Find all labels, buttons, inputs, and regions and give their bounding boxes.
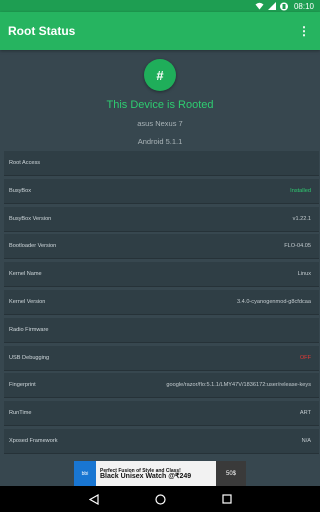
root-status-text: This Device is Rooted bbox=[106, 99, 214, 111]
status-bar: 08:10 bbox=[0, 0, 320, 12]
row-value: N/A bbox=[301, 437, 311, 444]
row-value: OFF bbox=[299, 354, 311, 361]
row-label: BusyBox bbox=[9, 187, 32, 194]
row-label: Root Access bbox=[9, 160, 41, 166]
row-runtime[interactable]: RunTime ART bbox=[4, 401, 319, 427]
ad-offer: Black Unisex Watch @₹249 bbox=[100, 472, 192, 480]
device-model: asus Nexus 7 bbox=[137, 119, 183, 128]
signal-icon bbox=[267, 2, 276, 10]
navigation-bar bbox=[0, 486, 320, 512]
battery-icon bbox=[279, 2, 288, 10]
row-value: Installed bbox=[290, 187, 311, 194]
row-label: Fingerprint bbox=[9, 382, 36, 389]
row-value: Linux bbox=[297, 271, 311, 278]
ad-banner[interactable]: bbi Perfect Fusion of Style and Class! B… bbox=[74, 461, 246, 486]
row-label: Radio Firmware bbox=[9, 326, 49, 333]
app-bar: Root Status ⋮ bbox=[0, 12, 320, 50]
row-label: BusyBox Version bbox=[9, 215, 52, 222]
row-root-access[interactable]: Root Access bbox=[4, 151, 319, 176]
row-bootloader-version[interactable]: Bootloader Version FLO-04.05 bbox=[4, 234, 319, 260]
row-value: FLO-04.05 bbox=[284, 243, 311, 250]
row-label: RunTime bbox=[9, 410, 32, 417]
row-busybox[interactable]: BusyBox Installed bbox=[4, 178, 319, 204]
ad-badge: 50$ bbox=[216, 461, 246, 486]
row-label: Xposed Framework bbox=[9, 437, 58, 444]
app-title: Root Status bbox=[8, 24, 76, 38]
root-status-header: # This Device is Rooted asus Nexus 7 And… bbox=[0, 50, 320, 150]
row-busybox-version[interactable]: BusyBox Version v1.22.1 bbox=[4, 206, 319, 232]
recents-icon[interactable] bbox=[221, 494, 232, 504]
info-list: Root Access BusyBox Installed BusyBox Ve… bbox=[4, 151, 319, 457]
row-label: Bootloader Version bbox=[9, 243, 57, 250]
overflow-menu-icon[interactable]: ⋮ bbox=[296, 21, 312, 41]
root-badge[interactable]: # bbox=[144, 59, 176, 91]
row-xposed-framework[interactable]: Xposed Framework N/A bbox=[4, 428, 319, 454]
row-usb-debugging[interactable]: USB Debugging OFF bbox=[4, 345, 319, 371]
row-kernel-version[interactable]: Kernel Version 3.4.0-cyanogenmod-g8cfdca… bbox=[4, 289, 319, 315]
row-label: USB Debugging bbox=[9, 354, 50, 361]
status-time: 08:10 bbox=[293, 1, 314, 11]
wifi-icon bbox=[255, 2, 264, 10]
row-fingerprint[interactable]: Fingerprint google/razor/flo:5.1.1/LMY47… bbox=[4, 373, 319, 399]
row-value: v1.22.1 bbox=[292, 215, 311, 222]
home-icon[interactable] bbox=[154, 493, 166, 505]
row-value: 3.4.0-cyanogenmod-g8cfdcaa bbox=[236, 298, 311, 305]
row-kernel-name[interactable]: Kernel Name Linux bbox=[4, 262, 319, 288]
back-icon[interactable] bbox=[88, 493, 99, 505]
row-label: Kernel Name bbox=[9, 271, 42, 278]
row-radio-firmware[interactable]: Radio Firmware bbox=[4, 317, 319, 343]
ad-text: Perfect Fusion of Style and Class! Black… bbox=[96, 468, 216, 480]
ad-brand-logo: bbi bbox=[74, 461, 96, 486]
android-version: Android 5.1.1 bbox=[137, 137, 183, 146]
row-value: google/razor/flo:5.1.1/LMY47V/1836172:us… bbox=[166, 382, 311, 389]
row-value: ART bbox=[299, 410, 311, 417]
row-label: Kernel Version bbox=[9, 298, 46, 305]
